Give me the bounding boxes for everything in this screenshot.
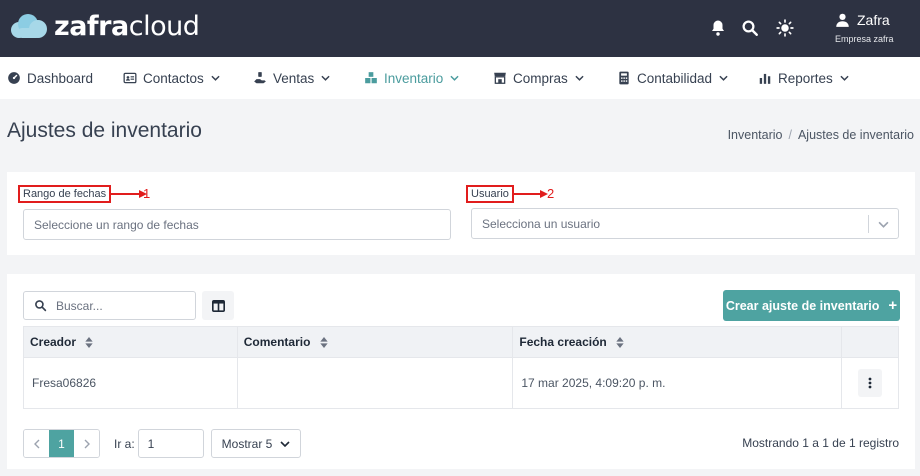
table-header-row: Creador Comentario Fecha creación xyxy=(23,326,899,358)
nav-label: Compras xyxy=(513,70,568,86)
chevron-down-icon xyxy=(211,75,220,81)
annotation-number-1: 1 xyxy=(143,186,151,201)
breadcrumb-separator: / xyxy=(788,128,792,142)
chevron-down-icon xyxy=(840,75,849,81)
nav-item-contabilidad[interactable]: Contabilidad xyxy=(617,57,728,99)
user-icon xyxy=(836,13,849,27)
goto-page-input[interactable]: 1 xyxy=(137,429,204,458)
table-card: Buscar... Crear ajuste de inventario + C… xyxy=(7,274,915,469)
next-page-button[interactable] xyxy=(74,430,99,457)
goto-label: Ir a: xyxy=(114,436,135,451)
results-summary: Mostrando 1 a 1 de 1 registro xyxy=(742,436,899,450)
inventory-icon xyxy=(365,72,377,84)
sales-icon xyxy=(254,72,266,84)
page-title: Ajustes de inventario xyxy=(7,119,202,142)
chevron-right-icon xyxy=(84,439,90,448)
column-header-label: Creador xyxy=(30,335,77,349)
nav-label: Contactos xyxy=(143,70,204,86)
create-adjustment-label: Crear ajuste de inventario xyxy=(725,298,880,313)
breadcrumb-item-inventario[interactable]: Inventario xyxy=(728,128,783,142)
page-button-current[interactable]: 1 xyxy=(49,430,74,457)
bell-icon[interactable] xyxy=(709,19,727,37)
table-search-input[interactable]: Buscar... xyxy=(23,291,196,320)
search-placeholder: Buscar... xyxy=(56,298,103,313)
date-range-label: Rango de fechas xyxy=(18,185,112,203)
user-select-placeholder: Selecciona un usuario xyxy=(482,216,601,231)
annotation-arrow-icon xyxy=(111,190,147,198)
app-logo[interactable]: zafracloud xyxy=(8,11,200,42)
columns-toggle-button[interactable] xyxy=(202,291,234,320)
user-select[interactable]: Selecciona un usuario xyxy=(471,208,899,239)
cell-creator: Fresa06826 xyxy=(23,357,238,409)
main-nav: Dashboard Contactos Ventas Inventario Co… xyxy=(0,57,920,99)
cloud-logo-icon xyxy=(11,14,47,38)
chevron-down-icon xyxy=(575,75,584,81)
table-row: Fresa06826 17 mar 2025, 4:09:20 p. m. xyxy=(23,357,899,409)
sort-icon xyxy=(320,337,328,349)
pagination: 1 Ir a: 1 Mostrar 5 xyxy=(23,429,301,458)
chevron-down-icon xyxy=(280,440,290,447)
dashboard-icon xyxy=(8,72,20,84)
column-header-creador[interactable]: Creador xyxy=(23,326,238,358)
sun-icon[interactable] xyxy=(776,19,794,37)
breadcrumb: Inventario / Ajustes de inventario xyxy=(728,128,914,142)
column-header-label: Fecha creación xyxy=(519,335,607,349)
nav-label: Ventas xyxy=(273,70,315,86)
search-icon[interactable] xyxy=(741,19,759,37)
breadcrumb-item-current: Ajustes de inventario xyxy=(797,128,914,142)
nav-item-inventario[interactable]: Inventario xyxy=(364,57,459,99)
adjustments-table: Creador Comentario Fecha creación Fresa0… xyxy=(23,326,899,409)
store-icon xyxy=(494,72,506,84)
contacts-icon xyxy=(123,72,137,84)
annotation-arrow-icon xyxy=(512,190,548,198)
columns-icon xyxy=(211,299,225,312)
plus-icon: + xyxy=(888,297,898,314)
chevron-down-icon xyxy=(878,221,889,228)
chevron-down-icon xyxy=(719,75,728,81)
date-range-input[interactable]: Seleccione un rango de fechas xyxy=(23,209,451,240)
filter-card: Rango de fechas 1 Seleccione un rango de… xyxy=(7,172,915,255)
bar-chart-icon xyxy=(759,73,771,84)
column-header-comentario[interactable]: Comentario xyxy=(236,326,514,358)
create-adjustment-button[interactable]: Crear ajuste de inventario + xyxy=(723,290,900,321)
cell-actions xyxy=(841,357,899,409)
column-header-fecha-creacion[interactable]: Fecha creación xyxy=(512,326,843,358)
nav-label: Dashboard xyxy=(27,70,94,86)
page-buttons: 1 xyxy=(23,429,100,458)
nav-item-contactos[interactable]: Contactos xyxy=(123,57,220,99)
nav-label: Inventario xyxy=(384,70,444,86)
sort-icon xyxy=(616,337,624,349)
chevron-down-icon xyxy=(321,75,330,81)
prev-page-button[interactable] xyxy=(24,430,49,457)
date-range-placeholder: Seleccione un rango de fechas xyxy=(34,217,199,232)
nav-item-ventas[interactable]: Ventas xyxy=(253,57,330,99)
user-company: Empresa zafra xyxy=(835,34,894,44)
nav-item-reportes[interactable]: Reportes xyxy=(758,57,849,99)
logo-text-primary: zafra xyxy=(54,11,129,42)
cell-date: 17 mar 2025, 4:09:20 p. m. xyxy=(512,357,843,409)
column-header-actions xyxy=(841,326,899,358)
goto-page-value: 1 xyxy=(147,436,155,451)
sort-icon xyxy=(85,337,94,349)
row-actions-button[interactable] xyxy=(858,369,883,397)
user-select-caret[interactable] xyxy=(868,215,898,233)
chevron-left-icon xyxy=(33,439,39,448)
nav-label: Reportes xyxy=(778,70,833,86)
kebab-menu-icon xyxy=(868,377,872,389)
user-filter-label: Usuario xyxy=(466,185,514,203)
chevron-down-icon xyxy=(450,75,459,81)
nav-item-compras[interactable]: Compras xyxy=(493,57,584,99)
nav-label: Contabilidad xyxy=(637,70,713,86)
annotation-number-2: 2 xyxy=(547,186,555,201)
cell-comment xyxy=(236,357,514,409)
nav-item-dashboard[interactable]: Dashboard xyxy=(7,57,93,99)
calculator-icon xyxy=(619,71,629,85)
page-size-label: Mostrar 5 xyxy=(221,436,273,451)
search-icon xyxy=(35,300,47,312)
user-name: Zafra xyxy=(857,12,890,28)
logo-text-secondary: cloud xyxy=(128,11,200,42)
column-header-label: Comentario xyxy=(243,335,311,349)
top-bar: zafracloud Zafra Empresa zafra xyxy=(0,0,920,57)
page-size-select[interactable]: Mostrar 5 xyxy=(210,429,301,458)
